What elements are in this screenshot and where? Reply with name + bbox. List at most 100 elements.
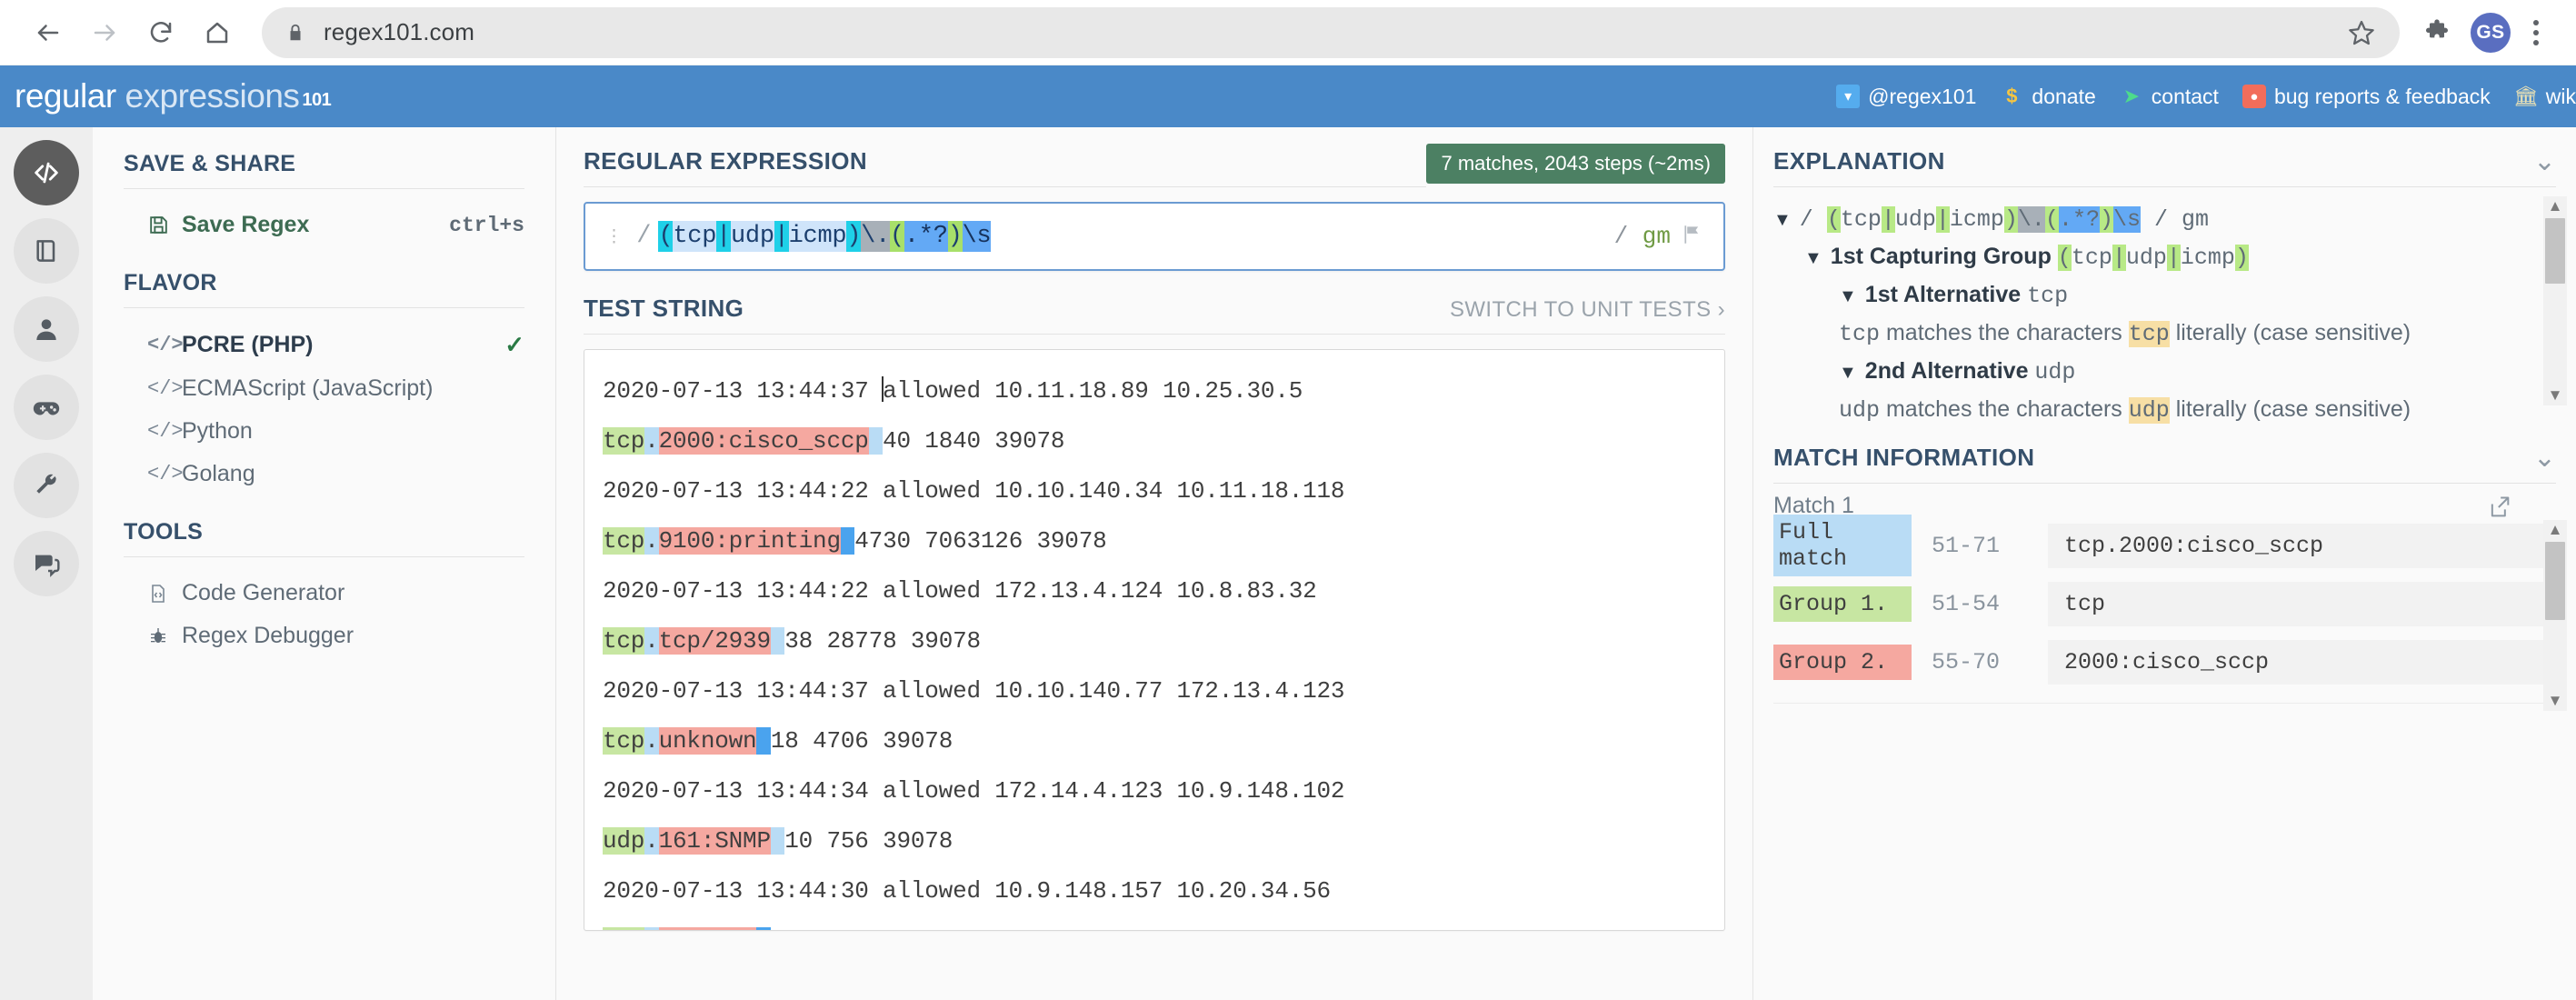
wrench-icon <box>36 474 56 494</box>
bug-icon <box>147 625 182 647</box>
match-range: 51-71 <box>1932 532 2001 559</box>
explanation-segment: ) <box>2099 206 2113 233</box>
explanation-row[interactable]: udp matches the characters udp literally… <box>1773 391 2556 427</box>
flag-icon[interactable] <box>1680 223 1703 251</box>
sidebar-item-flavor-pcre[interactable]: </> PCRE (PHP) ✓ <box>124 323 524 367</box>
explanation-segment: tcp <box>2027 283 2069 309</box>
scroll-up-arrow[interactable]: ▲ <box>2548 196 2563 216</box>
nav-link-contact[interactable]: ➤ contact <box>2120 85 2219 109</box>
explanation-segment: udp <box>2128 397 2170 424</box>
drag-grip-icon[interactable]: ⋮ <box>605 228 627 245</box>
forward-button[interactable] <box>76 5 133 61</box>
explanation-segment: ) <box>2003 206 2018 233</box>
match-separator: . <box>644 727 659 755</box>
match-information-scrollbar[interactable]: ▲ ▼ <box>2543 520 2567 711</box>
match-range: 55-70 <box>1932 648 2001 675</box>
save-regex-shortcut: ctrl+s <box>449 213 524 237</box>
explanation-tree: ▲ ▼ ▼ / (tcp|udp|icmp)\.(.*?)\s / gm ▼ 1st … <box>1753 187 2576 427</box>
tree-toggle-triangle-icon[interactable]: ▼ <box>1804 248 1822 268</box>
sidebar-item-label: Code Generator <box>182 580 345 605</box>
explanation-segment: | <box>2112 245 2126 271</box>
rail-item-quiz[interactable] <box>14 375 79 440</box>
switch-to-unit-tests-link[interactable]: SWITCH TO UNIT TESTS › <box>1450 297 1725 334</box>
match-value: 2000:cisco_sccp <box>2048 639 2556 685</box>
rail-item-library[interactable] <box>14 218 79 284</box>
tree-toggle-triangle-icon[interactable]: ▼ <box>1839 286 1857 306</box>
nav-label: @regex101 <box>1868 84 1977 108</box>
bank-icon: 🏛 <box>2512 85 2539 107</box>
match-tag: Group 1. <box>1773 585 1912 622</box>
scrollbar-thumb[interactable] <box>2545 542 2565 620</box>
nav-link-wiki[interactable]: 🏛 wik <box>2512 85 2576 109</box>
regex-input[interactable]: ⋮ / (tcp|udp|icmp)\.(.*?)\s / gm <box>584 202 1725 271</box>
scrollbar-thumb[interactable] <box>2545 218 2565 284</box>
regex-flags-group[interactable]: / gm <box>1614 223 1703 251</box>
test-string-line: tcp.tcp/2939 38 28778 39078 <box>603 616 1706 666</box>
regex-pattern-text[interactable]: (tcp|udp|icmp)\.(.*?)\s <box>658 221 992 252</box>
bookmark-star-button[interactable] <box>2347 18 2376 47</box>
regex-flags-text: / gm <box>1613 223 1671 250</box>
explanation-segment: / gm <box>2141 206 2210 233</box>
url-text: regex101.com <box>324 18 474 45</box>
explanation-row[interactable]: ▼ / (tcp|udp|icmp)\.(.*?)\s / gm <box>1773 200 2556 238</box>
test-string-line: 2020-07-13 13:44:37 allowed 10.10.140.77… <box>603 666 1706 716</box>
address-bar[interactable]: regex101.com <box>262 6 2400 58</box>
chevron-down-icon[interactable]: ⌄ <box>2533 444 2556 471</box>
test-string-text: 2020-07-13 13:44:34 allowed 172.14.4.123… <box>603 777 1345 805</box>
site-logo[interactable]: regular expressions 101 <box>15 77 332 115</box>
explanation-segment: udp <box>2125 245 2167 271</box>
nav-link-twitter[interactable]: ▾ @regex101 <box>1836 85 1976 109</box>
rail-item-tools[interactable] <box>14 453 79 518</box>
explanation-row[interactable]: ▼ 1st Alternative tcp <box>1773 276 2556 315</box>
home-icon <box>206 22 228 43</box>
rail-item-community[interactable] <box>14 531 79 596</box>
sidebar-item-flavor-python[interactable]: </> Python <box>124 410 524 453</box>
kebab-dot <box>2533 39 2539 45</box>
nav-link-bug-reports[interactable]: ● bug reports & feedback <box>2242 85 2491 109</box>
sidebar-item-regex-debugger[interactable]: Regex Debugger <box>124 615 524 657</box>
extensions-button[interactable] <box>2409 5 2465 61</box>
tree-toggle-triangle-icon[interactable]: ▼ <box>1773 210 1792 230</box>
dollar-icon: $ <box>2006 85 2018 107</box>
floppy-disk-icon <box>147 214 182 236</box>
scroll-down-arrow[interactable]: ▼ <box>2548 385 2563 405</box>
test-string-text: 2 96 39078 <box>771 927 911 930</box>
home-button[interactable] <box>189 5 245 61</box>
test-panel-title: TEST STRING <box>584 295 744 322</box>
match-whitespace <box>868 427 884 455</box>
export-share-icon[interactable] <box>2487 495 2512 526</box>
test-panel-header: TEST STRING SWITCH TO UNIT TESTS › <box>584 295 1725 335</box>
tree-toggle-triangle-icon[interactable]: ▼ <box>1839 363 1857 383</box>
divider <box>124 556 524 557</box>
browser-menu-button[interactable] <box>2516 11 2556 55</box>
regex-token: ( <box>889 221 904 252</box>
explanation-row[interactable]: tcp matches the characters tcp literally… <box>1773 315 2556 353</box>
test-string-line: 2020-07-13 13:44:22 allowed 10.10.140.34… <box>603 466 1706 516</box>
test-string-text: allowed 10.11.18.89 10.25.30.5 <box>883 377 1303 405</box>
scroll-up-arrow[interactable]: ▲ <box>2548 520 2563 540</box>
chevron-down-icon[interactable]: ⌄ <box>2533 147 2556 175</box>
match-group-2: 80:http <box>658 927 757 930</box>
rail-item-regex-editor[interactable] <box>14 140 79 205</box>
rail-item-account[interactable] <box>14 296 79 362</box>
nav-link-donate[interactable]: $ donate <box>2000 85 2095 109</box>
regex-token: tcp <box>673 221 717 252</box>
reload-button[interactable] <box>133 5 189 61</box>
back-button[interactable] <box>20 5 76 61</box>
test-string-line: tcp.2000:cisco_sccp 40 1840 39078 <box>603 416 1706 466</box>
explanation-row[interactable]: ▼ 2nd Alternative udp <box>1773 353 2556 391</box>
avatar[interactable]: GS <box>2471 12 2511 53</box>
explanation-segment: matches the characters <box>1880 320 2129 345</box>
explanation-scrollbar[interactable]: ▲ ▼ <box>2543 196 2567 405</box>
explanation-segment: udp <box>2034 359 2076 385</box>
sidebar-item-flavor-ecmascript[interactable]: </> ECMAScript (JavaScript) <box>124 367 524 410</box>
sidebar-item-code-generator[interactable]: Code Generator <box>124 572 524 615</box>
divider <box>124 188 524 189</box>
sidebar-item-save-regex[interactable]: Save Regex ctrl+s <box>124 204 524 246</box>
sidebar-item-flavor-golang[interactable]: </> Golang <box>124 453 524 495</box>
gamepad-icon <box>33 402 60 415</box>
explanation-row[interactable]: ▼ 1st Capturing Group (tcp|udp|icmp) <box>1773 238 2556 276</box>
match-count-badge: 7 matches, 2043 steps (~2ms) <box>1426 144 1725 184</box>
test-string-input[interactable]: 2020-07-13 13:44:37 allowed 10.11.18.89 … <box>584 349 1725 931</box>
scroll-down-arrow[interactable]: ▼ <box>2548 691 2563 711</box>
